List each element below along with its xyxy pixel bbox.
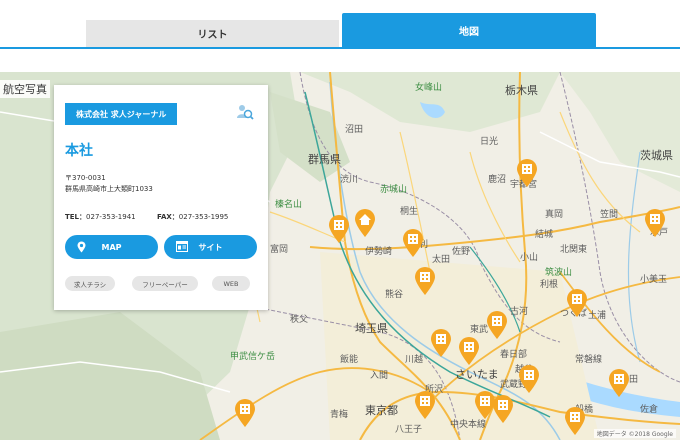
office-pin[interactable]	[486, 310, 508, 340]
map-label-numata: 沼田	[345, 125, 364, 135]
map-label-sakura: 佐倉	[640, 405, 659, 415]
map-label-mt-haruna: 榛名山	[275, 200, 303, 210]
office-pin[interactable]	[328, 214, 350, 244]
office-pin[interactable]	[430, 328, 452, 358]
map-label-nikko: 日光	[480, 137, 499, 147]
map-label-kanuma: 鹿沼	[488, 175, 507, 185]
map-label-tochigi: 栃木県	[505, 84, 538, 97]
map-label-mt-akagi: 赤城山	[380, 185, 408, 195]
map-label-sano: 佐野	[452, 247, 471, 257]
tab-list[interactable]: リスト	[86, 20, 339, 47]
map-label-saitama-pref: 埼玉県	[355, 322, 388, 335]
map-label-tsuchiura: 土浦	[588, 311, 607, 321]
office-pin[interactable]	[608, 368, 630, 398]
office-pin[interactable]	[644, 208, 666, 238]
map-label-gunma: 群馬県	[308, 153, 341, 166]
office-pin[interactable]	[518, 364, 540, 394]
tag-web[interactable]: WEB	[212, 276, 250, 291]
aerial-toggle[interactable]: 航空写真	[0, 80, 50, 98]
map-label-koga: 古河	[510, 307, 529, 317]
map-label-tomioka: 富岡	[270, 245, 289, 255]
map-attribution: 地図データ ©2018 Google	[593, 429, 676, 438]
office-name: 本社	[65, 143, 93, 159]
tag-free-paper[interactable]: フリーペーパー	[132, 276, 198, 291]
company-name: 株式会社 求人ジャーナル	[65, 103, 178, 125]
office-pin[interactable]	[458, 336, 480, 366]
fax-info: FAX：027-353-1995	[157, 212, 228, 222]
map-label-mt-nyoho: 女峰山	[415, 83, 443, 93]
postal-code: 〒370-0031	[65, 174, 106, 182]
office-pin[interactable]	[234, 398, 256, 428]
tab-bar: リスト 地図	[0, 0, 680, 50]
map-label-ota: 太田	[432, 255, 451, 265]
tag-job-flyer[interactable]: 求人チラシ	[65, 276, 115, 291]
fax-label: FAX：	[157, 213, 179, 221]
tab-underline	[0, 47, 680, 49]
map-label-kumagaya: 熊谷	[385, 290, 404, 300]
office-pin[interactable]	[566, 288, 588, 318]
map-label-oyama: 小山	[520, 253, 539, 263]
tel-info: TEL：027-353-1941	[65, 212, 136, 222]
location-pin-icon	[77, 241, 86, 255]
head-office-pin[interactable]	[354, 208, 376, 238]
map-button-label: MAP	[101, 242, 122, 252]
office-pin[interactable]	[564, 406, 586, 436]
site-button[interactable]: サイト	[164, 235, 257, 259]
map-label-omitama: 小美玉	[640, 275, 668, 285]
map-label-moka: 真岡	[545, 210, 564, 220]
map-label-isesaki: 伊勢崎	[365, 247, 393, 257]
map-label-joban: 常磐線	[575, 355, 603, 365]
office-pin[interactable]	[414, 390, 436, 420]
map-label-kasukabe: 春日部	[500, 350, 528, 360]
map-label-iruma: 入間	[370, 371, 389, 381]
tel-number: 027-353-1941	[86, 213, 136, 221]
map-label-chichibu: 秩父	[290, 315, 309, 325]
office-pin[interactable]	[492, 394, 514, 424]
map-label-yuki: 結城	[535, 230, 554, 240]
office-pin[interactable]	[402, 228, 424, 258]
map-label-hanno: 飯能	[340, 355, 359, 365]
map-label-ibaraki: 茨城県	[640, 149, 673, 162]
map-label-kiryu: 桐生	[400, 207, 419, 217]
map-label-hachioji: 八王子	[395, 425, 423, 435]
map-label-shibukawa: 渋川	[340, 175, 359, 185]
map-label-tone: 利根	[540, 280, 559, 290]
map-label-mt-kobushi: 甲武信ケ岳	[230, 352, 276, 362]
office-info-card: 株式会社 求人ジャーナル 本社 〒370-0031 群馬県高崎市上大類町1033…	[54, 85, 268, 310]
tab-map[interactable]: 地図	[342, 13, 596, 47]
map-label-ome: 青梅	[330, 410, 349, 420]
office-pin[interactable]	[516, 158, 538, 188]
tel-label: TEL：	[65, 213, 87, 221]
site-button-label: サイト	[198, 242, 223, 252]
map-label-saitama-city: さいたま	[455, 368, 499, 381]
browser-window-icon	[176, 241, 188, 254]
office-pin[interactable]	[414, 266, 436, 296]
map-button[interactable]: MAP	[65, 235, 158, 259]
map-label-kawagoe: 川越	[405, 355, 424, 365]
office-address: 群馬県高崎市上大類町1033	[65, 185, 153, 193]
fax-number: 027-353-1995	[178, 213, 229, 221]
map-label-tokyo: 東京都	[365, 404, 398, 417]
map-label-kitakanto: 北関東	[560, 245, 588, 255]
job-search-icon	[236, 103, 254, 121]
map-label-kasama: 笠間	[600, 210, 619, 220]
